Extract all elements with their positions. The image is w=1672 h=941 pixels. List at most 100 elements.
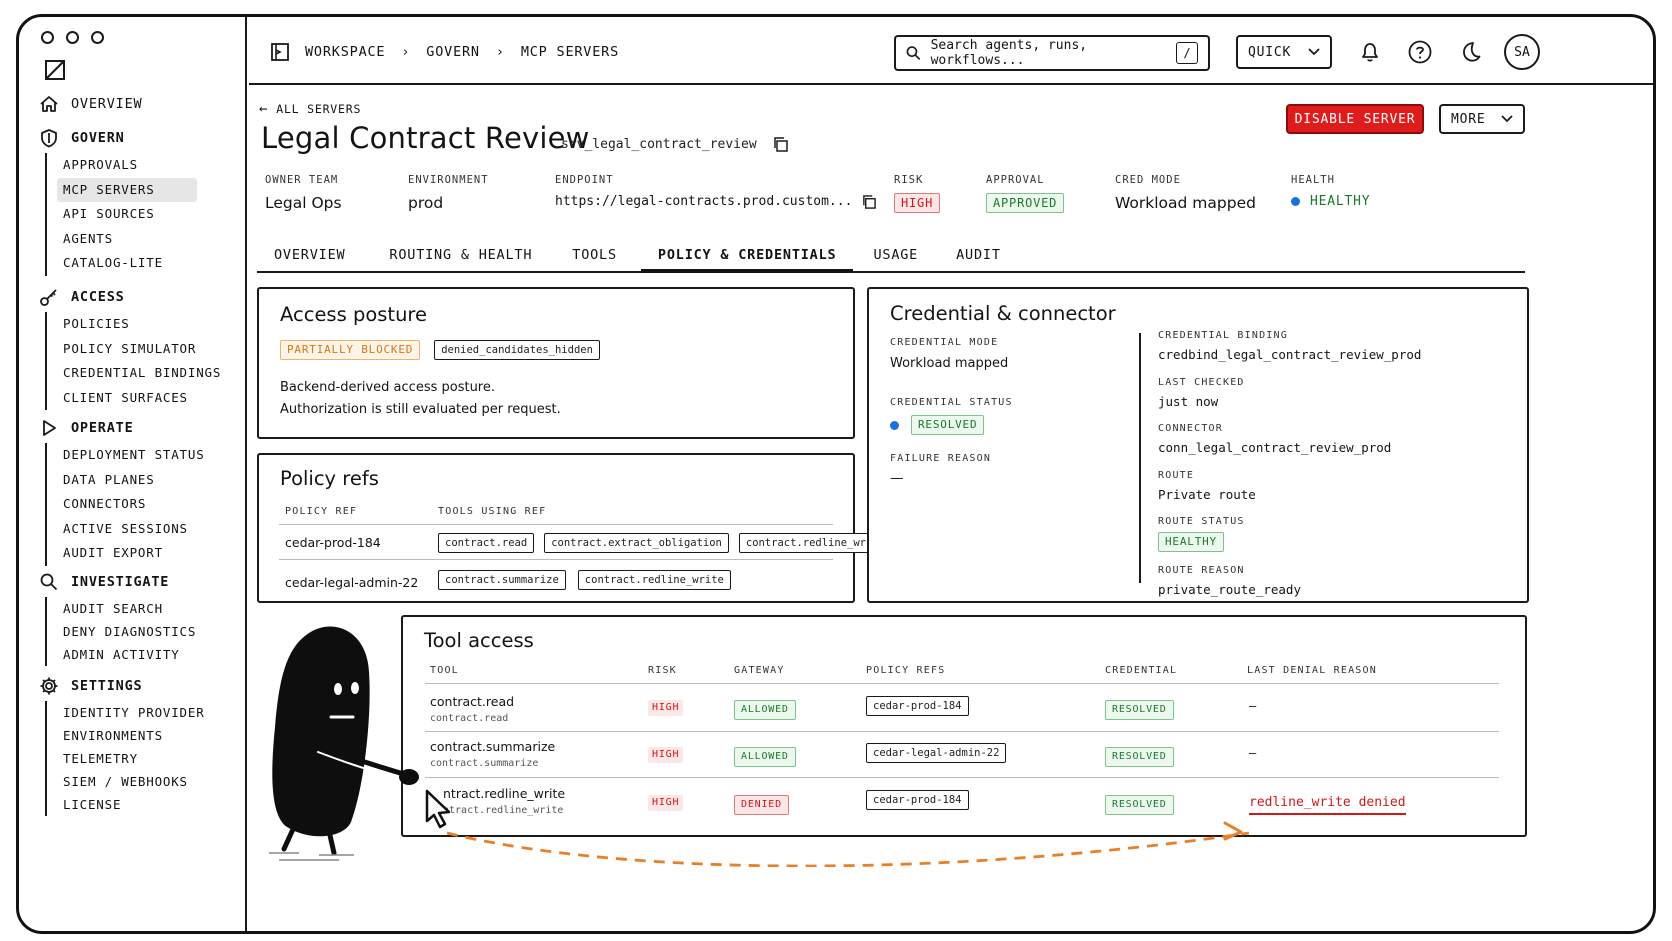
sidebar-item-api-sources[interactable]: API SOURCES (57, 202, 197, 227)
sidebar-item-connectors[interactable]: CONNECTORS (63, 492, 205, 517)
more-button[interactable]: MORE (1439, 104, 1525, 134)
window-close-icon[interactable] (41, 31, 54, 44)
route-status-badge: HEALTHY (1158, 532, 1224, 552)
mascot-illustration (269, 626, 1249, 867)
avatar[interactable]: SA (1504, 34, 1540, 70)
breadcrumb-workspace[interactable]: WORKSPACE (305, 44, 385, 60)
denial-reason[interactable]: redline_write denied (1249, 795, 1406, 815)
back-link[interactable]: ← ALL SERVERS (259, 101, 361, 117)
sidebar-group-header[interactable]: OPERATE (39, 417, 205, 439)
tool-chip[interactable]: contract.redline_write (577, 570, 731, 590)
sidebar-item-license[interactable]: LICENSE (63, 793, 205, 816)
search-input[interactable]: Search agents, runs, workflows... / (894, 35, 1210, 71)
sidebar-item-mcp-servers[interactable]: MCP SERVERS (57, 177, 197, 202)
status-dot-icon (890, 420, 899, 430)
tab-overview[interactable]: OVERVIEW (257, 247, 362, 273)
sidebar-item-client-surfaces[interactable]: CLIENT SURFACES (63, 386, 221, 411)
sidebar-group-overview[interactable]: OVERVIEW (39, 93, 142, 115)
tab-policy-credentials[interactable]: POLICY & CREDENTIALS (640, 247, 854, 273)
tab-audit[interactable]: AUDIT (938, 247, 1019, 273)
credential-binding-value[interactable]: credbind_legal_contract_review_prod (1158, 348, 1421, 362)
policy-ref-name: cedar-legal-admin-22 (285, 575, 419, 590)
server-slug: srv_legal_contract_review (561, 137, 788, 152)
sidebar-item-audit-search[interactable]: AUDIT SEARCH (63, 597, 196, 620)
denial-reason: – (1249, 699, 1257, 713)
denial-reason: – (1249, 746, 1257, 760)
sidebar-group-label: OVERVIEW (71, 96, 143, 112)
search-placeholder: Search agents, runs, workflows... (930, 38, 1088, 68)
tab-usage[interactable]: USAGE (853, 247, 938, 273)
chevron-down-icon (1308, 48, 1320, 56)
sidebar-item-telemetry[interactable]: TELEMETRY (63, 747, 205, 770)
sidebar-item-deny-diagnostics[interactable]: DENY DIAGNOSTICS (63, 620, 196, 643)
search-icon (906, 46, 921, 60)
search-icon (40, 573, 58, 591)
status-dot-icon (1291, 197, 1300, 206)
policy-ref-row[interactable]: cedar-prod-184 (285, 535, 381, 550)
sidebar-item-siem-webhooks[interactable]: SIEM / WEBHOOKS (63, 770, 205, 793)
card-title: Credential & connector (890, 302, 1116, 325)
endpoint-url[interactable]: https://legal-contracts.prod.custom... (555, 194, 852, 209)
copy-icon[interactable] (862, 194, 877, 209)
meta-label: RISK (894, 174, 924, 186)
tool-chip[interactable]: contract.extract_obligation (544, 533, 729, 553)
bell-icon[interactable] (1357, 39, 1383, 65)
sidebar-item-data-planes[interactable]: DATA PLANES (63, 468, 205, 493)
quick-dropdown[interactable]: QUICK (1236, 35, 1332, 69)
sidebar-group-header[interactable]: ACCESS (39, 286, 221, 308)
meta-value: HEALTHY (1291, 194, 1370, 209)
field-label: ROUTE STATUS (1158, 516, 1245, 527)
sidebar-item-policy-simulator[interactable]: POLICY SIMULATOR (63, 337, 221, 362)
moon-icon[interactable] (1457, 39, 1483, 65)
health-text: HEALTHY (1310, 194, 1371, 209)
workspace-icon[interactable] (271, 43, 289, 61)
field-label: CREDENTIAL MODE (890, 337, 999, 348)
sidebar-item-policies[interactable]: POLICIES (63, 312, 221, 337)
sidebar-group-header[interactable]: INVESTIGATE (39, 571, 196, 593)
more-label: MORE (1451, 111, 1486, 127)
meta-value: prod (408, 194, 444, 212)
copy-icon[interactable] (773, 137, 788, 152)
credential-connector-card: Credential & connector CREDENTIAL MODE W… (867, 287, 1529, 603)
sidebar-item-admin-activity[interactable]: ADMIN ACTIVITY (63, 643, 196, 666)
sidebar-group-investigate: INVESTIGATE AUDIT SEARCH DENY DIAGNOSTIC… (39, 571, 196, 666)
connector-value[interactable]: conn_legal_contract_review_prod (1158, 441, 1421, 455)
meta-label: OWNER TEAM (265, 174, 339, 186)
field-label: ROUTE REASON (1158, 565, 1245, 576)
meta-value: https://legal-contracts.prod.custom... (555, 194, 877, 209)
search-shortcut-key: / (1175, 42, 1198, 64)
sidebar: OVERVIEW GOVERN APPROVALS MCP SERVERS AP… (19, 17, 247, 931)
sidebar-item-audit-export[interactable]: AUDIT EXPORT (63, 541, 205, 566)
sidebar-group-header[interactable]: SETTINGS (39, 675, 205, 697)
sidebar-group-label: INVESTIGATE (71, 574, 170, 590)
tool-chip[interactable]: contract.read (438, 533, 535, 553)
policy-ref-row[interactable]: cedar-legal-admin-22 (285, 572, 418, 591)
top-bar: WORKSPACE › GOVERN › MCP SERVERS Search … (249, 17, 1653, 85)
chevron-right-icon: › (495, 44, 505, 60)
card-title: Policy refs (280, 467, 379, 490)
tab-routing-health[interactable]: ROUTING & HEALTH (362, 247, 552, 273)
sidebar-item-identity-provider[interactable]: IDENTITY PROVIDER (63, 701, 205, 724)
sidebar-item-environments[interactable]: ENVIRONMENTS (63, 724, 205, 747)
key-icon (40, 289, 57, 306)
sidebar-group-header[interactable]: GOVERN (39, 127, 197, 149)
sidebar-item-active-sessions[interactable]: ACTIVE SESSIONS (63, 517, 205, 542)
quick-label: QUICK (1248, 44, 1292, 60)
disable-server-button[interactable]: DISABLE SERVER (1286, 104, 1424, 134)
chevron-down-icon (1501, 115, 1513, 123)
help-icon[interactable] (1407, 39, 1433, 65)
tab-tools[interactable]: TOOLS (552, 247, 641, 273)
sidebar-item-approvals[interactable]: APPROVALS (57, 153, 197, 178)
tool-chip[interactable]: contract.summarize (438, 570, 566, 590)
window-minimize-icon[interactable] (66, 31, 79, 44)
meta-environment: ENVIRONMENT prod (408, 174, 489, 212)
sidebar-toggle-icon[interactable] (45, 60, 65, 80)
play-icon (43, 420, 56, 436)
breadcrumb-govern[interactable]: GOVERN (426, 44, 480, 60)
sidebar-item-catalog-lite[interactable]: CATALOG-LITE (57, 251, 197, 276)
sidebar-item-agents[interactable]: AGENTS (57, 227, 197, 252)
sidebar-item-credential-bindings[interactable]: CREDENTIAL BINDINGS (63, 361, 221, 386)
breadcrumb-mcp-servers[interactable]: MCP SERVERS (521, 44, 619, 60)
window-maximize-icon[interactable] (91, 31, 104, 44)
sidebar-item-deployment-status[interactable]: DEPLOYMENT STATUS (63, 443, 205, 468)
